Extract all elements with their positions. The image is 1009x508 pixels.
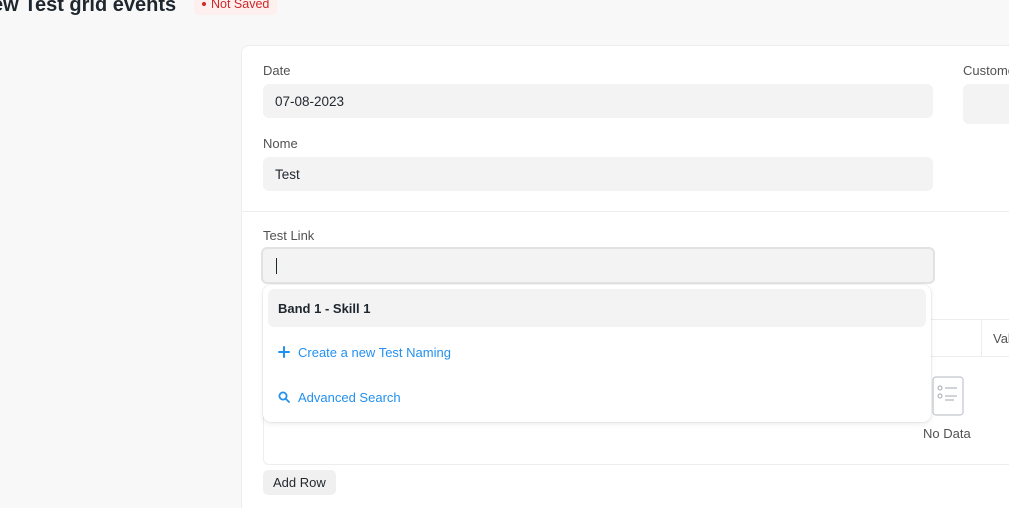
link-dropdown: Band 1 - Skill 1 Create a new Test Namin…: [263, 285, 931, 422]
create-new-label: Create a new Test Naming: [298, 344, 451, 360]
test-link-input[interactable]: [261, 247, 935, 284]
advanced-search-label: Advanced Search: [298, 389, 401, 405]
dropdown-option-band-1-skill-1[interactable]: Band 1 - Skill 1: [268, 289, 926, 327]
search-icon: [278, 391, 290, 403]
no-data-text: No Data: [923, 426, 971, 441]
plus-icon: [278, 346, 290, 358]
grid-column-header: Val: [993, 331, 1009, 346]
nome-label: Nome: [263, 136, 298, 151]
status-text: Not Saved: [211, 0, 270, 11]
test-link-label: Test Link: [263, 228, 315, 243]
status-badge: Not Saved: [194, 0, 278, 15]
form-card: Date 07-08-2023 Custome Nome Test Test L…: [241, 45, 1009, 508]
grid-column-divider: [981, 320, 982, 356]
no-data-icon: [932, 376, 964, 416]
status-dot-icon: [202, 2, 206, 6]
add-row-button[interactable]: Add Row: [263, 470, 336, 495]
date-input[interactable]: 07-08-2023: [263, 84, 933, 118]
nome-input[interactable]: Test: [263, 157, 933, 191]
create-new-test-naming-option[interactable]: Create a new Test Naming: [268, 333, 926, 371]
dropdown-option-label: Band 1 - Skill 1: [278, 300, 371, 316]
date-label: Date: [263, 63, 291, 78]
text-caret: [276, 257, 277, 274]
customer-input[interactable]: [963, 84, 1009, 124]
section-divider: [242, 211, 1009, 212]
form-page: ew Test grid events Not Saved Date 07-08…: [0, 0, 1009, 508]
page-title: ew Test grid events: [0, 0, 177, 16]
advanced-search-option[interactable]: Advanced Search: [268, 378, 926, 416]
customer-label: Custome: [963, 63, 1009, 78]
